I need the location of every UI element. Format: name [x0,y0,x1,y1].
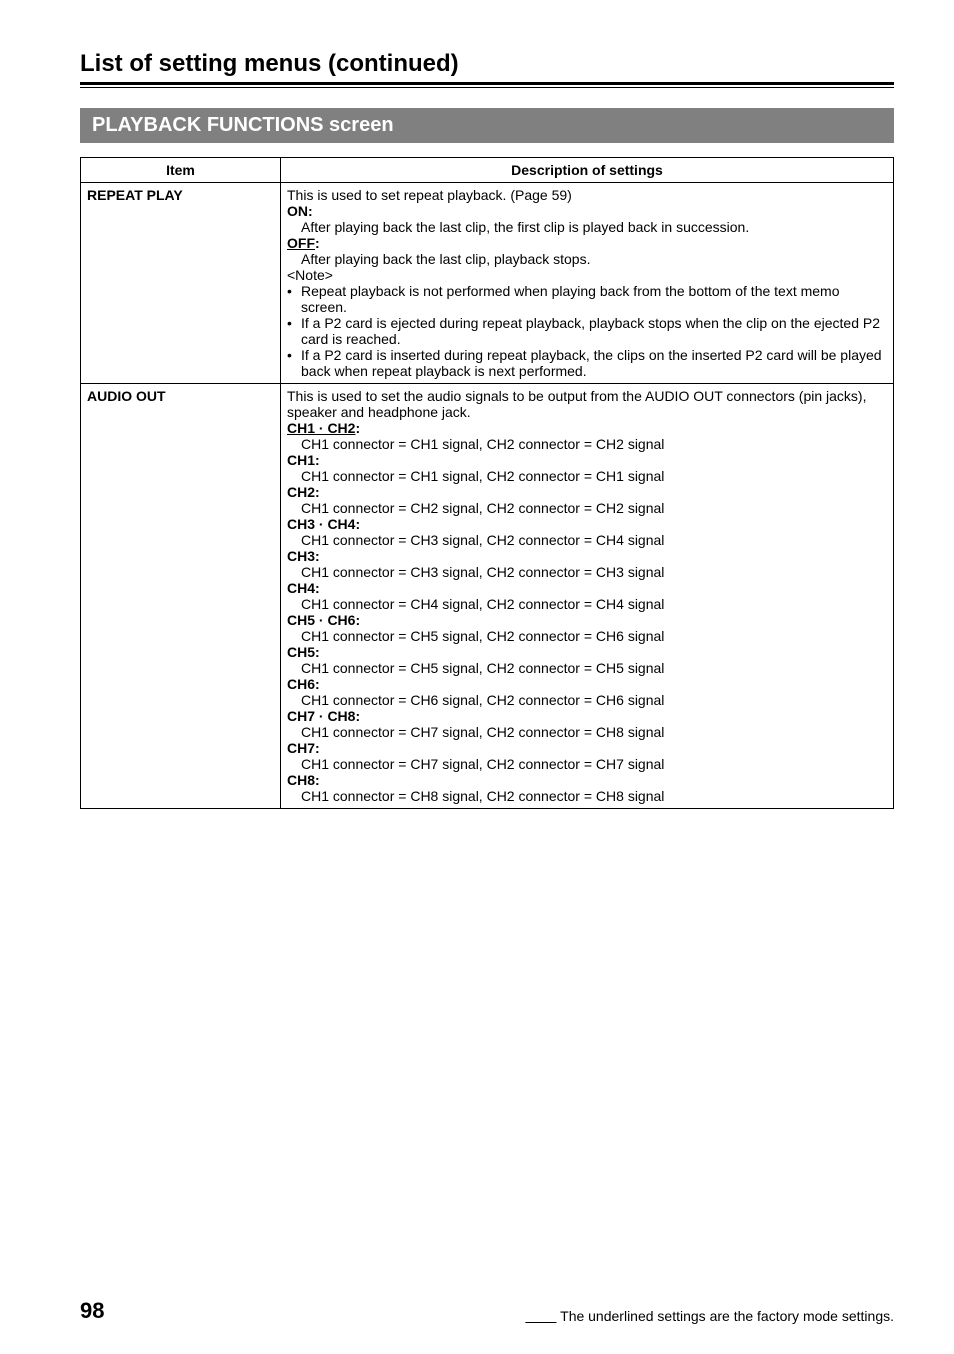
setting-value: CH1 connector = CH2 signal, CH2 connecto… [301,500,664,516]
description-line: CH7 · CH8: [287,708,887,724]
page-footer: 98 The underlined settings are the facto… [80,1298,894,1324]
description-line: CH1 connector = CH7 signal, CH2 connecto… [287,756,887,772]
description-line: CH1 · CH2: [287,420,887,436]
setting-label: CH7: [287,740,320,756]
table-header-row: Item Description of settings [81,158,894,183]
description-line: After playing back the last clip, playba… [287,251,887,267]
setting-label: CH2: [287,484,320,500]
description-line: CH1 connector = CH2 signal, CH2 connecto… [287,500,887,516]
page-title: List of setting menus (continued) [80,50,894,78]
factory-settings-note: The underlined settings are the factory … [525,1308,894,1324]
description-line: CH5: [287,644,887,660]
setting-value: CH1 connector = CH1 signal, CH2 connecto… [301,436,664,452]
setting-value: CH1 connector = CH6 signal, CH2 connecto… [301,692,664,708]
description-line: CH1 connector = CH7 signal, CH2 connecto… [287,724,887,740]
setting-value: CH1 connector = CH3 signal, CH2 connecto… [301,564,664,580]
label-colon: : [315,235,320,251]
bullet-text: If a P2 card is ejected during repeat pl… [301,315,887,347]
setting-value: CH1 connector = CH8 signal, CH2 connecto… [301,788,664,804]
description-line: CH3 · CH4: [287,516,887,532]
setting-value: After playing back the last clip, playba… [301,251,590,267]
setting-value: CH1 connector = CH7 signal, CH2 connecto… [301,724,664,740]
description-line: OFF: [287,235,887,251]
description-line: This is used to set repeat playback. (Pa… [287,187,887,203]
title-rule-thin [80,87,894,88]
setting-value: CH1 connector = CH4 signal, CH2 connecto… [301,596,664,612]
setting-label: CH3 · CH4: [287,516,360,532]
setting-value: <Note> [287,267,333,283]
description-line: <Note> [287,267,887,283]
description-line: CH3: [287,548,887,564]
description-line: CH1 connector = CH4 signal, CH2 connecto… [287,596,887,612]
factory-settings-note-text: The underlined settings are the factory … [557,1308,895,1324]
setting-value: CH1 connector = CH3 signal, CH2 connecto… [301,532,664,548]
description-line: CH1 connector = CH5 signal, CH2 connecto… [287,628,887,644]
label-colon: : [355,420,360,436]
description-line: After playing back the last clip, the fi… [287,219,887,235]
item-cell: REPEAT PLAY [81,183,281,384]
bullet-dot-icon: • [287,283,301,315]
bullet-text: If a P2 card is inserted during repeat p… [301,347,887,379]
col-header-desc: Description of settings [281,158,894,183]
description-cell: This is used to set repeat playback. (Pa… [281,183,894,384]
col-header-item: Item [81,158,281,183]
setting-label: CH8: [287,772,320,788]
description-line: CH1 connector = CH8 signal, CH2 connecto… [287,788,887,804]
setting-value: CH1 connector = CH7 signal, CH2 connecto… [301,756,664,772]
title-rule-thick [80,82,894,85]
description-line: •If a P2 card is ejected during repeat p… [287,315,887,347]
section-bar: PLAYBACK FUNCTIONS screen [80,108,894,143]
settings-table: Item Description of settings REPEAT PLAY… [80,157,894,809]
table-row: AUDIO OUTThis is used to set the audio s… [81,384,894,809]
page-number: 98 [80,1298,104,1324]
description-line: CH1 connector = CH1 signal, CH2 connecto… [287,436,887,452]
setting-value: CH1 connector = CH5 signal, CH2 connecto… [301,660,664,676]
description-line: CH1 connector = CH3 signal, CH2 connecto… [287,564,887,580]
setting-value: This is used to set repeat playback. (Pa… [287,187,572,203]
setting-label: CH7 · CH8: [287,708,360,724]
description-line: CH5 · CH6: [287,612,887,628]
description-line: CH1 connector = CH1 signal, CH2 connecto… [287,468,887,484]
setting-value: CH1 connector = CH5 signal, CH2 connecto… [301,628,664,644]
bullet-dot-icon: • [287,347,301,379]
description-line: •If a P2 card is inserted during repeat … [287,347,887,379]
setting-label: CH1 · CH2 [287,420,355,436]
setting-label: CH3: [287,548,320,564]
description-line: CH6: [287,676,887,692]
description-line: ON: [287,203,887,219]
setting-label: OFF [287,235,315,251]
setting-label: CH4: [287,580,320,596]
setting-value: After playing back the last clip, the fi… [301,219,749,235]
description-line: CH4: [287,580,887,596]
description-line: •Repeat playback is not performed when p… [287,283,887,315]
description-line: CH1 connector = CH3 signal, CH2 connecto… [287,532,887,548]
setting-label: ON: [287,203,313,219]
setting-value: CH1 connector = CH1 signal, CH2 connecto… [301,468,664,484]
description-line: CH1 connector = CH6 signal, CH2 connecto… [287,692,887,708]
description-line: CH8: [287,772,887,788]
item-cell: AUDIO OUT [81,384,281,809]
setting-label: CH1: [287,452,320,468]
table-row: REPEAT PLAY This is used to set repeat pl… [81,183,894,384]
setting-label: CH5: [287,644,320,660]
setting-label: CH5 · CH6: [287,612,360,628]
description-line: CH2: [287,484,887,500]
description-line: CH7: [287,740,887,756]
description-line: CH1: [287,452,887,468]
bullet-text: Repeat playback is not performed when pl… [301,283,887,315]
bullet-dot-icon: • [287,315,301,347]
description-line: This is used to set the audio signals to… [287,388,887,420]
setting-value: This is used to set the audio signals to… [287,388,866,420]
setting-label: CH6: [287,676,320,692]
description-line: CH1 connector = CH5 signal, CH2 connecto… [287,660,887,676]
description-cell: This is used to set the audio signals to… [281,384,894,809]
